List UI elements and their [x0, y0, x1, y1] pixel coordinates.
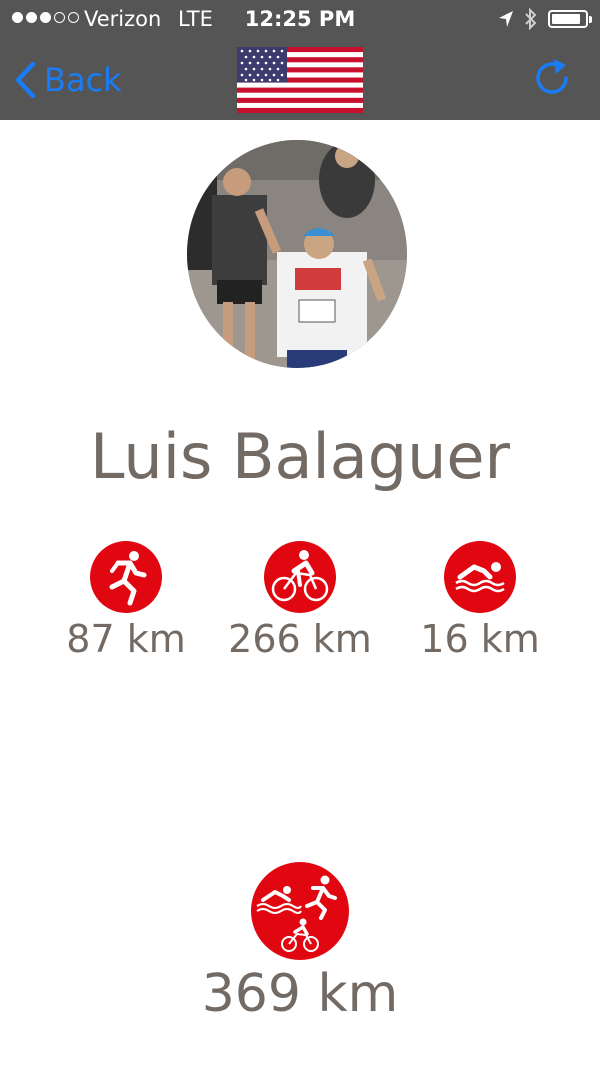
back-button[interactable]: Back [14, 58, 122, 102]
status-bar: Verizon LTE 12:25 PM [0, 0, 600, 40]
total-stat: 369 km [200, 862, 400, 1024]
refresh-icon[interactable] [532, 58, 574, 100]
run-stat: 87 km [26, 541, 226, 661]
bluetooth-icon [525, 8, 537, 30]
chevron-left-icon [15, 61, 36, 99]
navigation-bar: Verizon LTE 12:25 PM Back [0, 0, 600, 120]
bike-stat: 266 km [200, 541, 400, 661]
back-label: Back [44, 61, 122, 99]
running-icon [90, 541, 162, 613]
battery-icon [548, 10, 592, 28]
swim-distance: 16 km [420, 617, 540, 661]
location-arrow-icon [499, 11, 513, 27]
bike-distance: 266 km [228, 617, 372, 661]
avatar [187, 140, 407, 368]
triathlon-icon [251, 862, 349, 960]
athlete-name: Luis Balaguer [89, 420, 510, 493]
run-distance: 87 km [66, 617, 186, 661]
swim-stat: 16 km [380, 541, 580, 661]
total-distance: 369 km [201, 964, 399, 1024]
swimming-icon [444, 541, 516, 613]
cycling-icon [264, 541, 336, 613]
profile-photo [187, 140, 407, 368]
us-flag-icon [237, 47, 363, 113]
